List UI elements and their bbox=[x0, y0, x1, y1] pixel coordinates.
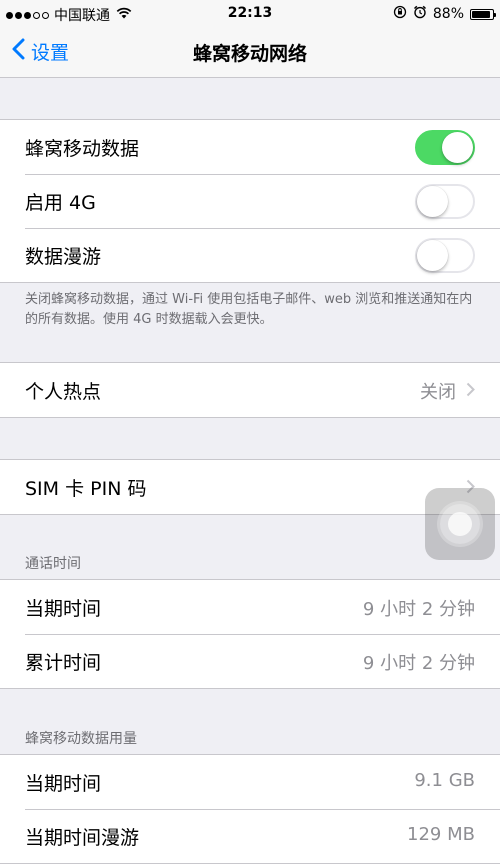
data-usage-header: 蜂窝移动数据用量 bbox=[25, 731, 137, 747]
data-usage-current-row: 当期时间 9.1 GB bbox=[0, 755, 500, 809]
battery-percent: 88% bbox=[432, 6, 464, 22]
enable-4g-toggle[interactable] bbox=[415, 184, 475, 219]
data-roaming-label: 数据漫游 bbox=[25, 246, 102, 268]
page-title: 蜂窝移动网络 bbox=[192, 43, 307, 65]
data-usage-group: 当期时间 9.1 GB 当期时间漫游 129 MB bbox=[0, 754, 500, 864]
cellular-data-toggle[interactable] bbox=[415, 130, 475, 165]
call-time-lifetime-row: 累计时间 9 小时 2 分钟 bbox=[0, 634, 500, 688]
hotspot-group: 个人热点 关闭 bbox=[0, 362, 500, 418]
call-time-lifetime-value: 9 小时 2 分钟 bbox=[362, 653, 475, 674]
status-right: 88% bbox=[393, 5, 496, 23]
alarm-icon bbox=[413, 5, 427, 23]
status-bar: 中国联通 22:13 88% bbox=[0, 0, 500, 26]
call-time-header: 通话时间 bbox=[25, 556, 81, 572]
personal-hotspot-value: 关闭 bbox=[420, 382, 456, 403]
chevron-right-icon bbox=[466, 382, 475, 401]
call-time-group: 当期时间 9 小时 2 分钟 累计时间 9 小时 2 分钟 bbox=[0, 579, 500, 689]
battery-icon bbox=[470, 8, 496, 20]
sim-pin-label: SIM 卡 PIN 码 bbox=[25, 478, 147, 500]
data-roaming-row: 数据漫游 bbox=[0, 228, 500, 282]
enable-4g-row: 启用 4G bbox=[0, 174, 500, 228]
cellular-data-row: 蜂窝移动数据 bbox=[0, 120, 500, 174]
data-usage-roaming-value: 129 MB bbox=[407, 824, 475, 845]
personal-hotspot-row[interactable]: 个人热点 关闭 bbox=[0, 363, 500, 417]
navigation-bar: 设置 蜂窝移动网络 bbox=[0, 26, 500, 78]
data-usage-current-label: 当期时间 bbox=[25, 773, 102, 795]
data-usage-roaming-label: 当期时间漫游 bbox=[25, 827, 140, 849]
data-roaming-toggle[interactable] bbox=[415, 238, 475, 273]
cellular-settings-group: 蜂窝移动数据 启用 4G 数据漫游 bbox=[0, 119, 500, 283]
cellular-footer-note: 关闭蜂窝移动数据，通过 Wi-Fi 使用包括电子邮件、web 浏览和推送通知在内… bbox=[25, 292, 473, 327]
call-time-current-label: 当期时间 bbox=[25, 598, 102, 620]
call-time-current-row: 当期时间 9 小时 2 分钟 bbox=[0, 580, 500, 634]
data-usage-roaming-row: 当期时间漫游 129 MB bbox=[0, 809, 500, 863]
personal-hotspot-label: 个人热点 bbox=[25, 381, 102, 403]
cellular-data-label: 蜂窝移动数据 bbox=[25, 138, 140, 160]
call-time-lifetime-label: 累计时间 bbox=[25, 652, 102, 674]
call-time-current-value: 9 小时 2 分钟 bbox=[362, 599, 475, 620]
assistive-touch-button[interactable] bbox=[425, 488, 495, 560]
orientation-lock-icon bbox=[393, 5, 407, 23]
enable-4g-label: 启用 4G bbox=[25, 192, 96, 214]
data-usage-current-value: 9.1 GB bbox=[414, 770, 475, 791]
